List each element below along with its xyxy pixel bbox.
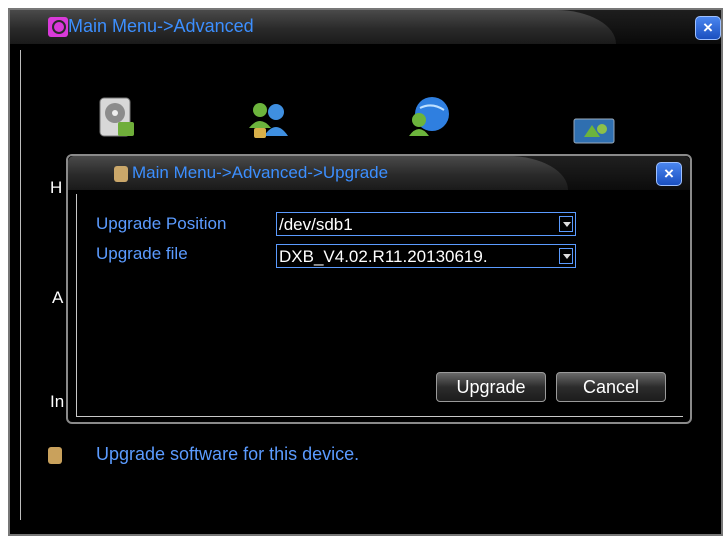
hdd-icon[interactable]	[94, 96, 138, 140]
main-titlebar: Main Menu->Advanced ×	[10, 10, 721, 44]
chevron-down-icon[interactable]	[559, 248, 573, 264]
upgrade-position-label: Upgrade Position	[96, 214, 227, 233]
main-close-button[interactable]: ×	[695, 16, 721, 40]
menu-search-icon	[48, 17, 68, 37]
upgrade-button[interactable]: Upgrade	[436, 372, 546, 402]
cancel-button[interactable]: Cancel	[556, 372, 666, 402]
upgrade-dialog: Main Menu->Advanced->Upgrade × Upgrade P…	[66, 154, 692, 424]
network-icon[interactable]	[406, 94, 450, 138]
account-icon[interactable]	[246, 98, 290, 142]
chevron-down-icon[interactable]	[559, 216, 573, 232]
upgrade-file-select[interactable]: DXB_V4.02.R11.20130619.	[276, 244, 576, 268]
upgrade-icon	[114, 166, 128, 182]
upgrade-status-icon	[48, 447, 62, 464]
upgrade-file-label: Upgrade file	[96, 244, 188, 263]
upgrade-position-value: /dev/sdb1	[279, 215, 353, 234]
upgrade-file-value: DXB_V4.02.R11.20130619.	[279, 247, 488, 266]
main-window-title: Main Menu->Advanced	[68, 16, 254, 36]
main-window: Main Menu->Advanced × H A In Main Menu->…	[8, 8, 723, 536]
side-label-a: A	[52, 288, 64, 307]
display-icon[interactable]	[572, 110, 616, 154]
status-description: Upgrade software for this device.	[96, 444, 360, 464]
side-label-h: H	[50, 178, 63, 197]
dialog-titlebar: Main Menu->Advanced->Upgrade ×	[68, 156, 690, 190]
side-label-in: In	[50, 392, 65, 411]
dialog-title: Main Menu->Advanced->Upgrade	[132, 163, 389, 182]
dialog-close-button[interactable]: ×	[656, 162, 682, 186]
upgrade-position-select[interactable]: /dev/sdb1	[276, 212, 576, 236]
